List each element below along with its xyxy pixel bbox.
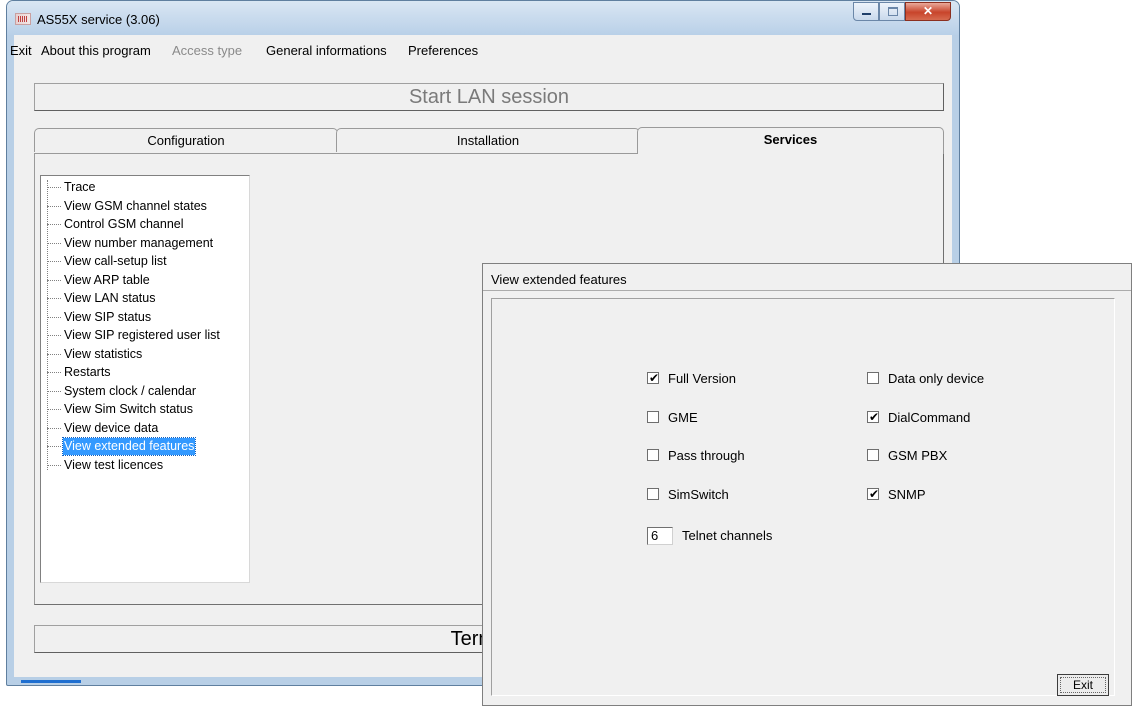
title-bar[interactable]: AS55X service (3.06) [7,1,959,35]
checkbox-box[interactable] [647,449,659,461]
tree-connector [47,353,61,355]
checkbox-box[interactable]: ✔ [647,371,660,385]
menu-exit[interactable]: Exit [10,43,32,58]
tree-connector [47,316,61,318]
checkbox-box[interactable] [647,410,659,423]
checkbox-label: Pass through [668,448,745,463]
menu-access-type: Access type [172,43,243,58]
tree-item-label: View number management [64,235,214,250]
tree-connector [47,205,61,207]
checkbox-label: SNMP [888,486,926,502]
check-mark-icon: ✔ [868,409,880,424]
tree-item-label: View Sim Switch status [64,402,193,416]
tree-item-label: Control GSM channel [64,217,184,231]
checkbox-label: Full Version [668,371,736,386]
tree-item-label: View SIP status [64,309,152,324]
tree-item-label: View LAN status [64,291,156,305]
dialog-title-bar[interactable]: View extended features [483,264,1131,291]
maximize-icon[interactable] [879,2,905,21]
tree-connector [47,409,61,410]
telnet-channels-label: Telnet channels [682,528,773,543]
tree-connector [47,261,61,262]
tree-item-label: View SIP registered user list [64,328,220,342]
tree-connector [47,390,61,392]
checkbox-label: Data only device [888,371,985,386]
dialog-title: View extended features [491,272,627,287]
extended-features-dialog: View extended features ✔ Full Version GME P… [482,263,1132,706]
checkbox-label: GME [668,409,698,425]
checkbox-box[interactable] [867,372,879,384]
tree-connector [47,446,61,447]
menu-about[interactable]: About this program [41,43,151,58]
tree-item-label: Trace [64,180,96,194]
window-title: AS55X service (3.06) [37,12,160,27]
checkbox-label: GSM PBX [888,448,948,463]
checkbox-box[interactable]: ✔ [867,486,880,501]
tree-connector [47,372,61,373]
progress-strip [21,680,81,683]
tree-connector [47,242,61,244]
checkbox-box[interactable] [647,487,659,500]
menu-preferences[interactable]: Preferences [408,43,478,58]
close-icon[interactable] [905,2,951,21]
tab-services[interactable]: Services [637,127,944,154]
tree-item-label: View ARP table [64,272,150,287]
menu-general-informations[interactable]: General informations [266,43,387,58]
app-icon [15,13,31,25]
tree-item-label: Restarts [64,365,111,379]
menu-bar: Exit About this program Access type Gene… [10,35,952,58]
tree-item-label: View GSM channel states [64,198,207,213]
tree-item-label: View statistics [64,346,143,361]
checkbox-label: SimSwitch [668,486,729,502]
check-mark-icon: ✔ [868,486,880,501]
dialog-body: ✔ Full Version GME Pass through SimSwitch Dat… [491,298,1115,696]
tree-connector [47,279,61,281]
tab-installation[interactable]: Installation [336,128,640,152]
checkbox-box[interactable] [867,449,879,461]
tree-connector [47,298,61,299]
tree-item-label: View test licences [64,457,164,472]
tab-configuration[interactable]: Configuration [34,128,338,152]
tree-item-label: System clock / calendar [64,383,196,398]
check-mark-icon: ✔ [648,371,660,385]
checkbox-label: DialCommand [888,409,971,425]
services-tree[interactable]: Trace View GSM channel states Control GSM … [40,175,250,583]
exit-button[interactable]: Exit [1057,674,1109,696]
tree-connector [47,224,61,225]
start-lan-session-button[interactable]: Start LAN session [34,83,944,111]
checkbox-box[interactable]: ✔ [867,409,880,424]
tree-connector [47,335,61,336]
tree-item-label: View extended features [61,437,197,456]
tree-connector [47,464,61,466]
tree-item-label: View call-setup list [64,254,167,268]
tree-connector [47,187,61,188]
caption-buttons [853,2,951,21]
telnet-channels-input[interactable]: 6 [647,527,673,545]
tree-connector [47,427,61,429]
tree-item-label: View device data [64,420,159,435]
minimize-icon[interactable] [853,2,879,21]
